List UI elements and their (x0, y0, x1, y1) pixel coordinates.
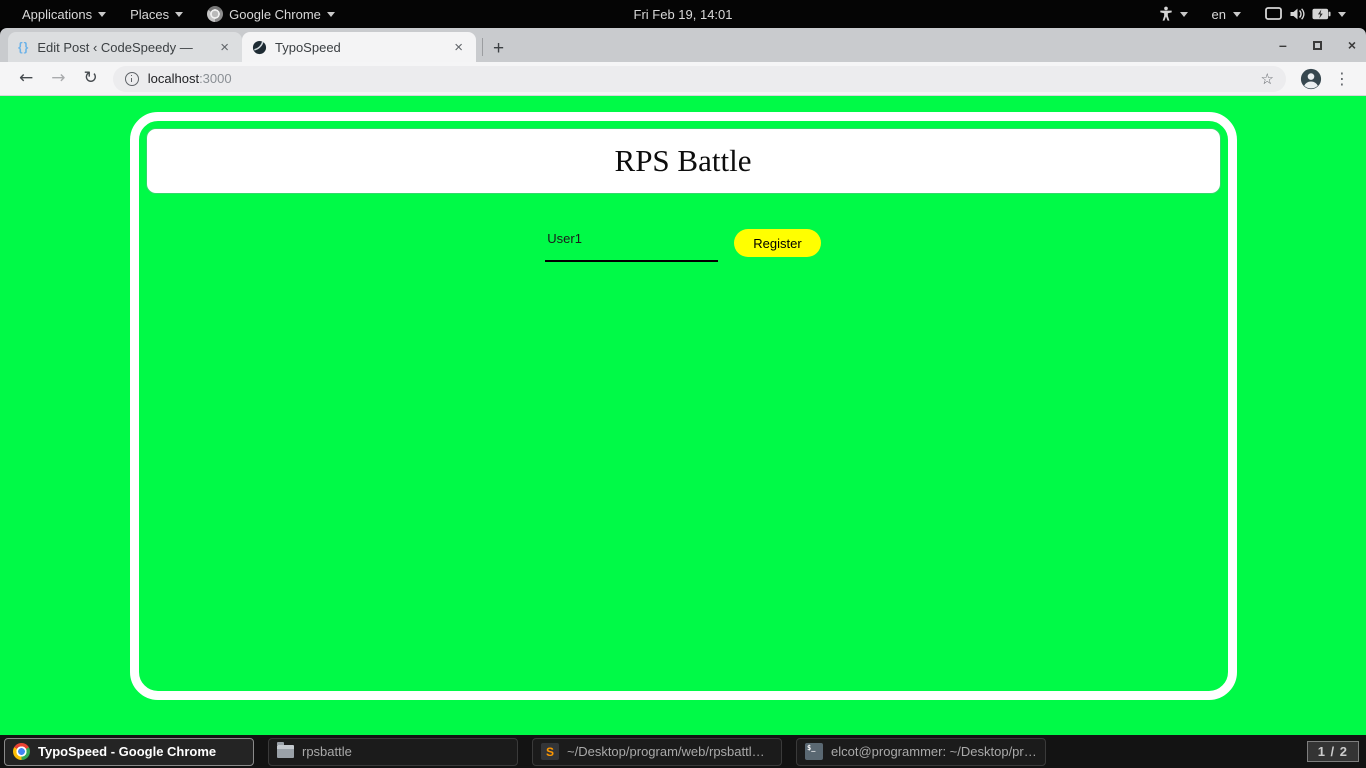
taskbar-item-label: TypoSpeed - Google Chrome (38, 744, 216, 759)
chrome-appmenu[interactable]: Google Chrome (195, 0, 347, 28)
applications-menu[interactable]: Applications (10, 0, 118, 28)
places-menu[interactable]: Places (118, 0, 195, 28)
site-info-icon[interactable] (125, 72, 139, 86)
register-button[interactable]: Register (734, 229, 820, 257)
clock[interactable]: Fri Feb 19, 14:01 (634, 7, 733, 22)
new-tab-button[interactable]: + (487, 39, 514, 62)
tab-separator (482, 38, 483, 56)
chrome-mono-icon (207, 6, 223, 22)
taskbar-item-files[interactable]: rpsbattle (268, 738, 518, 766)
close-icon[interactable]: × (451, 39, 466, 56)
applications-menu-label: Applications (22, 7, 92, 22)
taskbar-item-label: ~/Desktop/program/web/rpsbattl… (567, 744, 765, 759)
taskbar-item-terminal[interactable]: $_ elcot@programmer: ~/Desktop/pr… (796, 738, 1046, 766)
chevron-down-icon (1180, 12, 1188, 17)
keyboard-layout-label: en (1212, 7, 1226, 22)
bookmark-star-icon[interactable]: ☆ (1261, 70, 1274, 88)
window-list-taskbar: TypoSpeed - Google Chrome rpsbattle S ~/… (0, 735, 1366, 768)
tab-title: Edit Post ‹ CodeSpeedy — (37, 40, 209, 55)
workspace-indicator[interactable]: 1 / 2 (1307, 741, 1359, 762)
taskbar-item-label: rpsbattle (302, 744, 352, 759)
chrome-menu-kebab-icon[interactable]: ⋮ (1328, 69, 1356, 88)
system-status-menu[interactable] (1255, 0, 1356, 28)
terminal-icon: $_ (805, 743, 823, 760)
chrome-appmenu-label: Google Chrome (229, 7, 321, 22)
close-icon[interactable]: × (217, 39, 232, 56)
reload-button[interactable]: ↻ (75, 70, 107, 87)
rps-container: RPS Battle Register (130, 112, 1237, 700)
sublime-text-icon: S (541, 743, 559, 760)
taskbar-item-sublime[interactable]: S ~/Desktop/program/web/rpsbattl… (532, 738, 782, 766)
window-minimize-button[interactable]: – (1279, 38, 1287, 52)
rps-header: RPS Battle (146, 128, 1221, 194)
page-title: RPS Battle (615, 143, 752, 179)
accessibility-person-icon (1159, 6, 1173, 22)
chevron-down-icon (327, 12, 335, 17)
braces-favicon-icon: {} (18, 40, 29, 54)
profile-avatar-icon[interactable] (1300, 68, 1322, 90)
terminal-prompt-glyph: $_ (807, 744, 815, 752)
keyboard-layout-menu[interactable]: en (1202, 0, 1251, 28)
volume-icon (1289, 7, 1305, 21)
address-bar[interactable]: localhost :3000 ☆ (113, 66, 1286, 92)
chevron-down-icon (98, 12, 106, 17)
tab-title: TypoSpeed (275, 40, 443, 55)
forward-button[interactable]: → (42, 70, 74, 87)
url-host: localhost (148, 71, 199, 86)
window-restore-button[interactable] (1313, 41, 1322, 50)
register-form: Register (146, 228, 1221, 262)
tab-typospeed[interactable]: TypoSpeed × (242, 32, 476, 62)
taskbar-item-chrome[interactable]: TypoSpeed - Google Chrome (4, 738, 254, 766)
back-button[interactable]: ← (10, 70, 42, 87)
username-input[interactable] (545, 228, 718, 262)
display-icon (1265, 7, 1282, 21)
accessibility-menu[interactable] (1149, 0, 1198, 28)
window-close-button[interactable]: × (1348, 38, 1356, 52)
taskbar-item-label: elcot@programmer: ~/Desktop/pr… (831, 744, 1037, 759)
chevron-down-icon (1338, 12, 1346, 17)
folder-icon (277, 745, 294, 758)
places-menu-label: Places (130, 7, 169, 22)
chrome-icon (13, 743, 30, 760)
chevron-down-icon (1233, 12, 1241, 17)
chrome-toolbar: ← → ↻ localhost :3000 ☆ ⋮ (0, 62, 1366, 96)
gnome-top-bar: Applications Places Google Chrome Fri Fe… (0, 0, 1366, 28)
page-body: RPS Battle Register (0, 96, 1366, 735)
url-port: :3000 (199, 71, 232, 86)
chevron-down-icon (175, 12, 183, 17)
battery-icon (1312, 8, 1331, 20)
chrome-tab-strip: {} Edit Post ‹ CodeSpeedy — × TypoSpeed … (0, 28, 1366, 62)
globe-favicon-icon (252, 40, 267, 55)
tab-edit-post-codespeedy[interactable]: {} Edit Post ‹ CodeSpeedy — × (8, 32, 242, 62)
